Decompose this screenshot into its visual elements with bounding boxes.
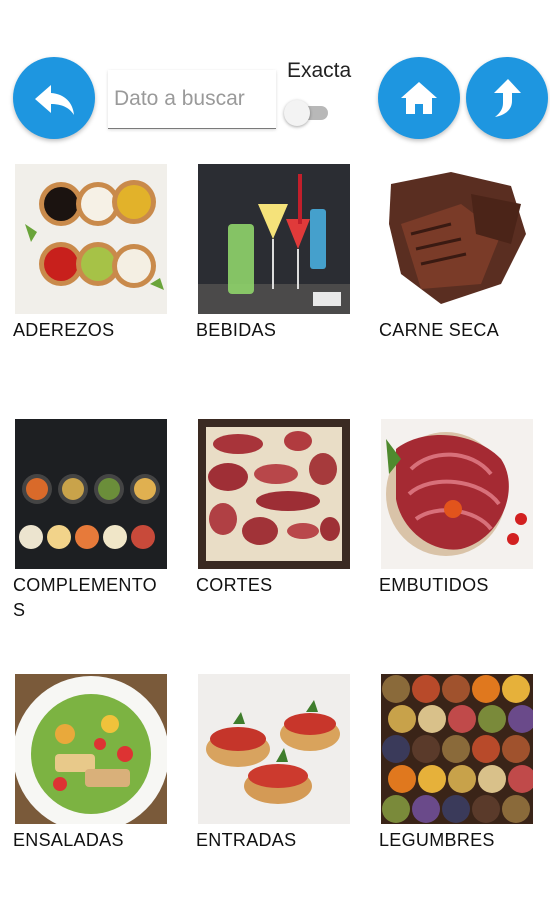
category-image-bebidas (198, 164, 350, 314)
category-image-cortes (198, 419, 350, 569)
category-image-entradas (198, 674, 350, 824)
reply-arrow-icon (35, 85, 74, 115)
toggle-thumb (284, 100, 310, 126)
category-label: COMPLEMENTOS (13, 575, 157, 620)
category-image-carne-seca (381, 164, 533, 314)
up-arrow-icon (494, 79, 521, 117)
category-tile-aderezos[interactable]: ADEREZOS (13, 164, 179, 343)
exact-match-label: Exacta (287, 59, 352, 82)
category-label: ENTRADAS (196, 830, 297, 850)
category-tile-legumbres[interactable]: LEGUMBRES (379, 674, 545, 853)
scroll-up-button[interactable] (466, 57, 548, 139)
exact-match-toggle[interactable] (284, 100, 332, 126)
category-tile-embutidos[interactable]: EMBUTIDOS (379, 419, 545, 598)
category-image-aderezos (15, 164, 167, 314)
back-button[interactable] (13, 57, 95, 139)
category-tile-bebidas[interactable]: BEBIDAS (196, 164, 362, 343)
category-label: BEBIDAS (196, 320, 277, 340)
category-label: LEGUMBRES (379, 830, 495, 850)
category-label: CARNE SECA (379, 320, 500, 340)
home-button[interactable] (378, 57, 460, 139)
category-image-complementos (15, 419, 167, 569)
category-image-legumbres (381, 674, 533, 824)
category-tile-ensaladas[interactable]: ENSALADAS (13, 674, 179, 853)
home-icon (401, 82, 437, 114)
category-image-embutidos (381, 419, 533, 569)
category-tile-complementos[interactable]: COMPLEMENTOS (13, 419, 179, 623)
category-label: ENSALADAS (13, 830, 124, 850)
search-input[interactable] (108, 70, 276, 128)
search-field-container (108, 70, 276, 129)
category-label: CORTES (196, 575, 273, 595)
category-tile-cortes[interactable]: CORTES (196, 419, 362, 598)
category-tile-carne-seca[interactable]: CARNE SECA (379, 164, 545, 343)
category-image-ensaladas (15, 674, 167, 824)
category-label: ADEREZOS (13, 320, 115, 340)
category-tile-entradas[interactable]: ENTRADAS (196, 674, 362, 853)
category-label: EMBUTIDOS (379, 575, 489, 595)
